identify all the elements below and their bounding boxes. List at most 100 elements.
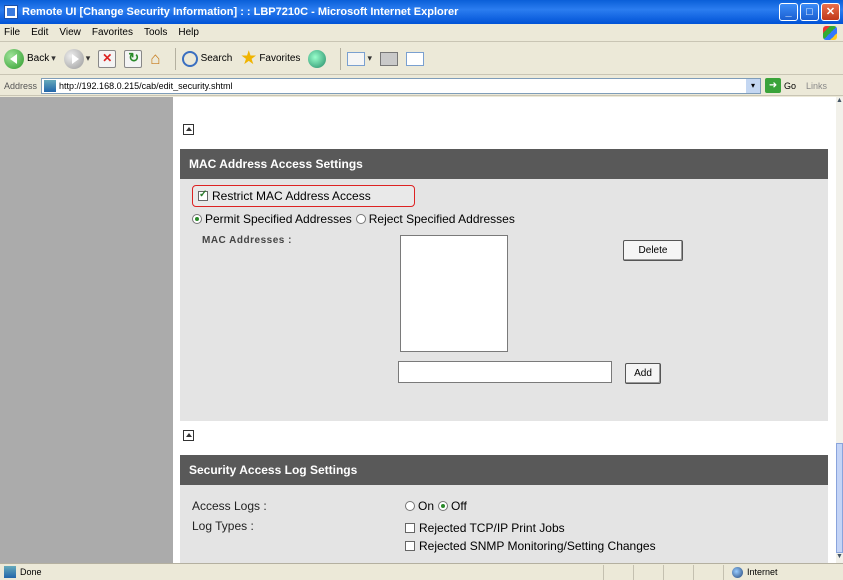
menu-help[interactable]: Help [178,27,199,38]
radio-selected-icon [438,501,449,511]
go-button[interactable]: ➜ Go [765,78,796,93]
reject-label: Reject Specified Addresses [368,212,515,226]
address-input[interactable]: http://192.168.0.215/cab/edit_security.s… [41,77,762,94]
media-icon [308,49,327,68]
log-section-body: Access Logs : On Off Log Types : Rejecte… [180,485,828,563]
home-button[interactable]: ⌂ [150,49,160,69]
page-icon [44,79,57,92]
back-button[interactable]: Back ▾ [4,48,56,69]
edit-page-icon [405,51,424,66]
mac-section-body: Restrict MAC Address Access Permit Speci… [180,179,828,421]
back-label: Back [27,53,50,64]
address-dropdown-icon[interactable]: ▾ [746,78,761,93]
links-button[interactable]: Links [806,81,827,91]
forward-arrow-icon [63,48,84,69]
log-type-snmp-checkbox[interactable]: Rejected SNMP Monitoring/Setting Changes [405,539,656,553]
internet-globe-icon [732,566,743,578]
mac-section-header: MAC Address Access Settings [180,149,828,179]
radio-unselected-icon [405,501,415,511]
checkbox-unchecked-icon [405,523,415,533]
checkbox-checked-icon [198,189,208,201]
scroll-up-icon[interactable]: ▲ [836,97,843,107]
scroll-down-icon[interactable]: ▼ [836,553,843,563]
search-button[interactable]: Search [181,50,233,67]
permit-label: Permit Specified Addresses [205,212,352,226]
mac-addresses-listbox[interactable] [400,235,508,352]
chevron-down-icon: ▾ [85,53,91,63]
checkbox-unchecked-icon [405,541,415,551]
menu-bar: File Edit View Favorites Tools Help [0,24,843,42]
zone-label: Internet [747,567,778,577]
address-bar: Address http://192.168.0.215/cab/edit_se… [0,76,843,96]
page-done-icon [4,566,16,578]
radio-unselected-icon [355,214,366,224]
window-title: Remote UI [Change Security Information] … [22,6,459,18]
menu-edit[interactable]: Edit [31,27,48,38]
mac-addresses-label: MAC Addresses : [202,235,292,246]
maximize-button[interactable]: □ [800,3,819,21]
stop-icon [98,49,117,68]
search-label: Search [200,53,233,64]
log-type-tcpip-checkbox[interactable]: Rejected TCP/IP Print Jobs [405,521,565,535]
go-label: Go [784,80,797,91]
add-button[interactable]: Add [625,363,661,384]
access-logs-on-radio[interactable]: On [405,499,434,513]
menu-favorites[interactable]: Favorites [92,27,133,38]
log-type-label: Rejected SNMP Monitoring/Setting Changes [419,539,656,553]
permit-radio[interactable]: Permit Specified Addresses [192,212,352,226]
collapse-toggle-icon[interactable] [183,124,194,135]
vertical-scrollbar[interactable]: ▲ ▼ [836,97,843,563]
reject-radio[interactable]: Reject Specified Addresses [355,212,515,226]
mac-section-title: MAC Address Access Settings [189,157,363,171]
log-section-header: Security Access Log Settings [180,455,828,485]
printer-icon [379,51,398,66]
menu-file[interactable]: File [4,27,20,38]
print-button[interactable] [379,51,398,66]
chevron-down-icon: ▾ [51,53,56,63]
log-types-label: Log Types : [192,519,254,533]
refresh-button[interactable] [124,49,143,68]
menu-tools[interactable]: Tools [144,27,167,38]
minimize-button[interactable]: _ [779,3,798,21]
ie-page-icon [4,5,18,19]
favorites-label: Favorites [259,53,301,64]
favorites-button[interactable]: ★ Favorites [240,47,300,70]
back-arrow-icon [4,48,24,69]
page-viewport: MAC Address Access Settings Restrict MAC… [0,97,836,563]
edit-button[interactable] [405,51,424,66]
security-zone: Internet [723,564,843,580]
scrollbar-thumb[interactable] [836,443,843,553]
delete-button[interactable]: Delete [623,240,683,261]
collapse-toggle-icon[interactable] [183,430,194,441]
browser-toolbar: Back ▾ ▾ ⌂ Search ★ Favorites ▾ [0,43,843,75]
media-button[interactable] [308,49,327,68]
window-titlebar: Remote UI [Change Security Information] … [0,0,843,24]
access-logs-label: Access Logs : [192,499,267,513]
radio-selected-icon [192,214,202,224]
forward-button[interactable]: ▾ [63,48,91,69]
off-label: Off [451,499,467,513]
left-navigation-pane [0,97,173,563]
restrict-mac-label: Restrict MAC Address Access [212,189,371,203]
log-section-title: Security Access Log Settings [189,463,358,477]
new-mac-address-input[interactable] [398,361,612,383]
status-text: Done [20,567,42,577]
close-button[interactable]: ✕ [821,3,840,21]
address-url: http://192.168.0.215/cab/edit_security.s… [59,80,233,91]
refresh-icon [124,49,143,68]
mac-mode-radio-group: Permit Specified Addresses Reject Specif… [192,212,515,226]
home-icon: ⌂ [150,48,161,68]
mail-icon [347,51,366,66]
windows-logo-icon [823,25,837,40]
menu-view[interactable]: View [59,27,81,38]
access-logs-radio-group: On Off [405,499,467,513]
on-label: On [418,499,435,513]
status-bar: Done Internet [0,563,843,580]
restrict-mac-checkbox[interactable]: Restrict MAC Address Access [192,185,415,207]
log-type-label: Rejected TCP/IP Print Jobs [419,521,565,535]
stop-button[interactable] [98,49,117,68]
mail-button[interactable]: ▾ [347,51,372,66]
chevron-down-icon: ▾ [367,53,372,63]
favorites-star-icon: ★ [240,48,258,69]
access-logs-off-radio[interactable]: Off [438,499,467,513]
